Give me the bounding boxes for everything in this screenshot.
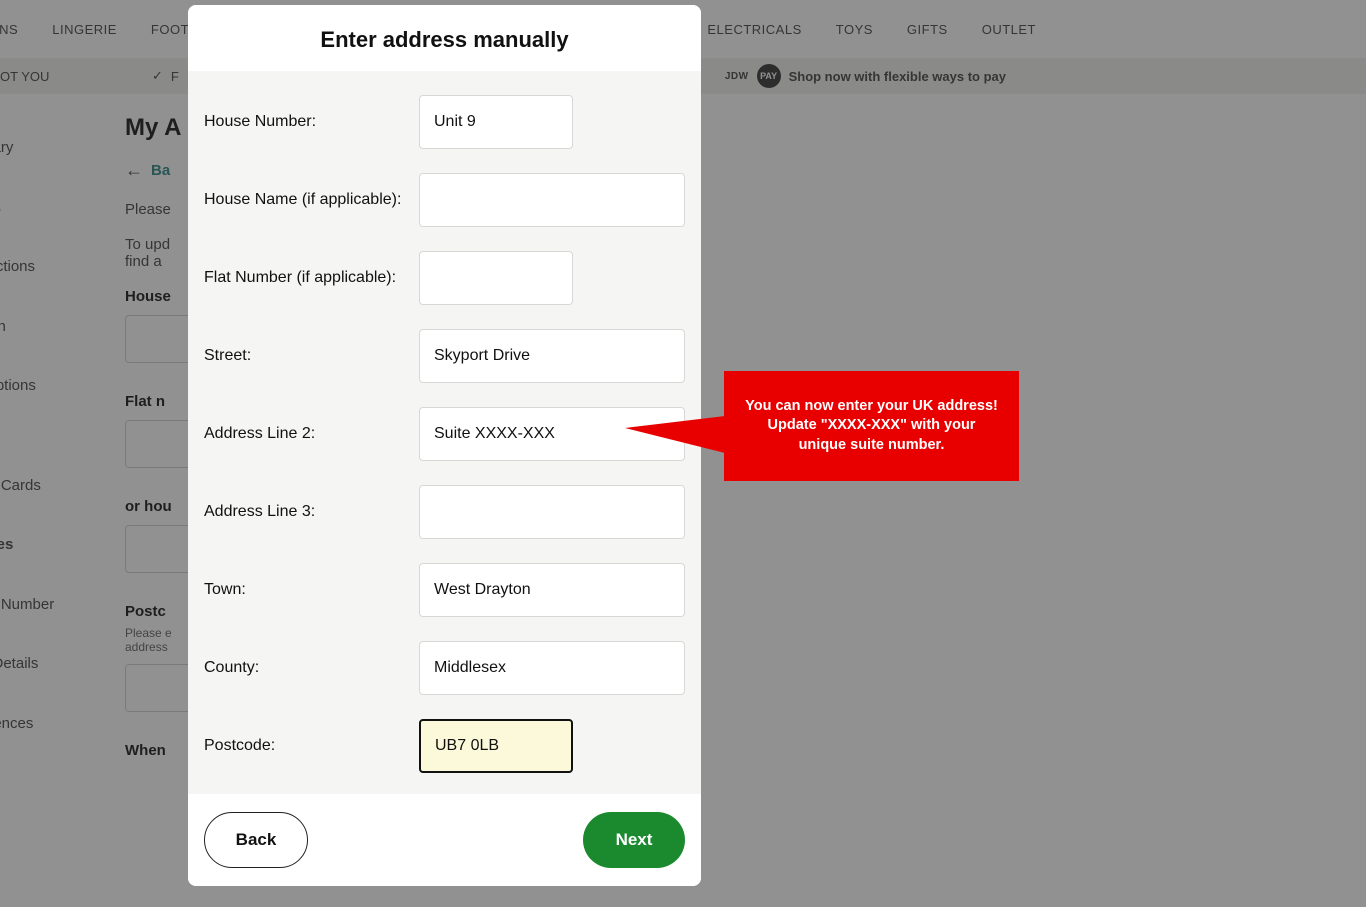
postcode-label: Postcode: [204, 737, 419, 755]
modal-title: Enter address manually [188, 5, 701, 71]
instruction-callout: You can now enter your UK address! Updat… [724, 371, 1019, 481]
callout-text: You can now enter your UK address! Updat… [742, 397, 1001, 456]
county-input[interactable] [419, 641, 685, 695]
modal-footer: Back Next [188, 794, 701, 886]
house-name-label: House Name (if applicable): [204, 191, 419, 209]
line2-label: Address Line 2: [204, 425, 419, 443]
line3-label: Address Line 3: [204, 503, 419, 521]
house-number-input[interactable] [419, 95, 573, 149]
town-label: Town: [204, 581, 419, 599]
flat-number-label: Flat Number (if applicable): [204, 269, 419, 287]
street-label: Street: [204, 347, 419, 365]
flat-number-input[interactable] [419, 251, 573, 305]
house-name-input[interactable] [419, 173, 685, 227]
next-button[interactable]: Next [583, 812, 685, 868]
back-button[interactable]: Back [204, 812, 308, 868]
street-input[interactable] [419, 329, 685, 383]
town-input[interactable] [419, 563, 685, 617]
county-label: County: [204, 659, 419, 677]
postcode-input[interactable] [419, 719, 573, 773]
line3-input[interactable] [419, 485, 685, 539]
callout-arrow-icon [625, 416, 725, 453]
house-number-label: House Number: [204, 113, 419, 131]
